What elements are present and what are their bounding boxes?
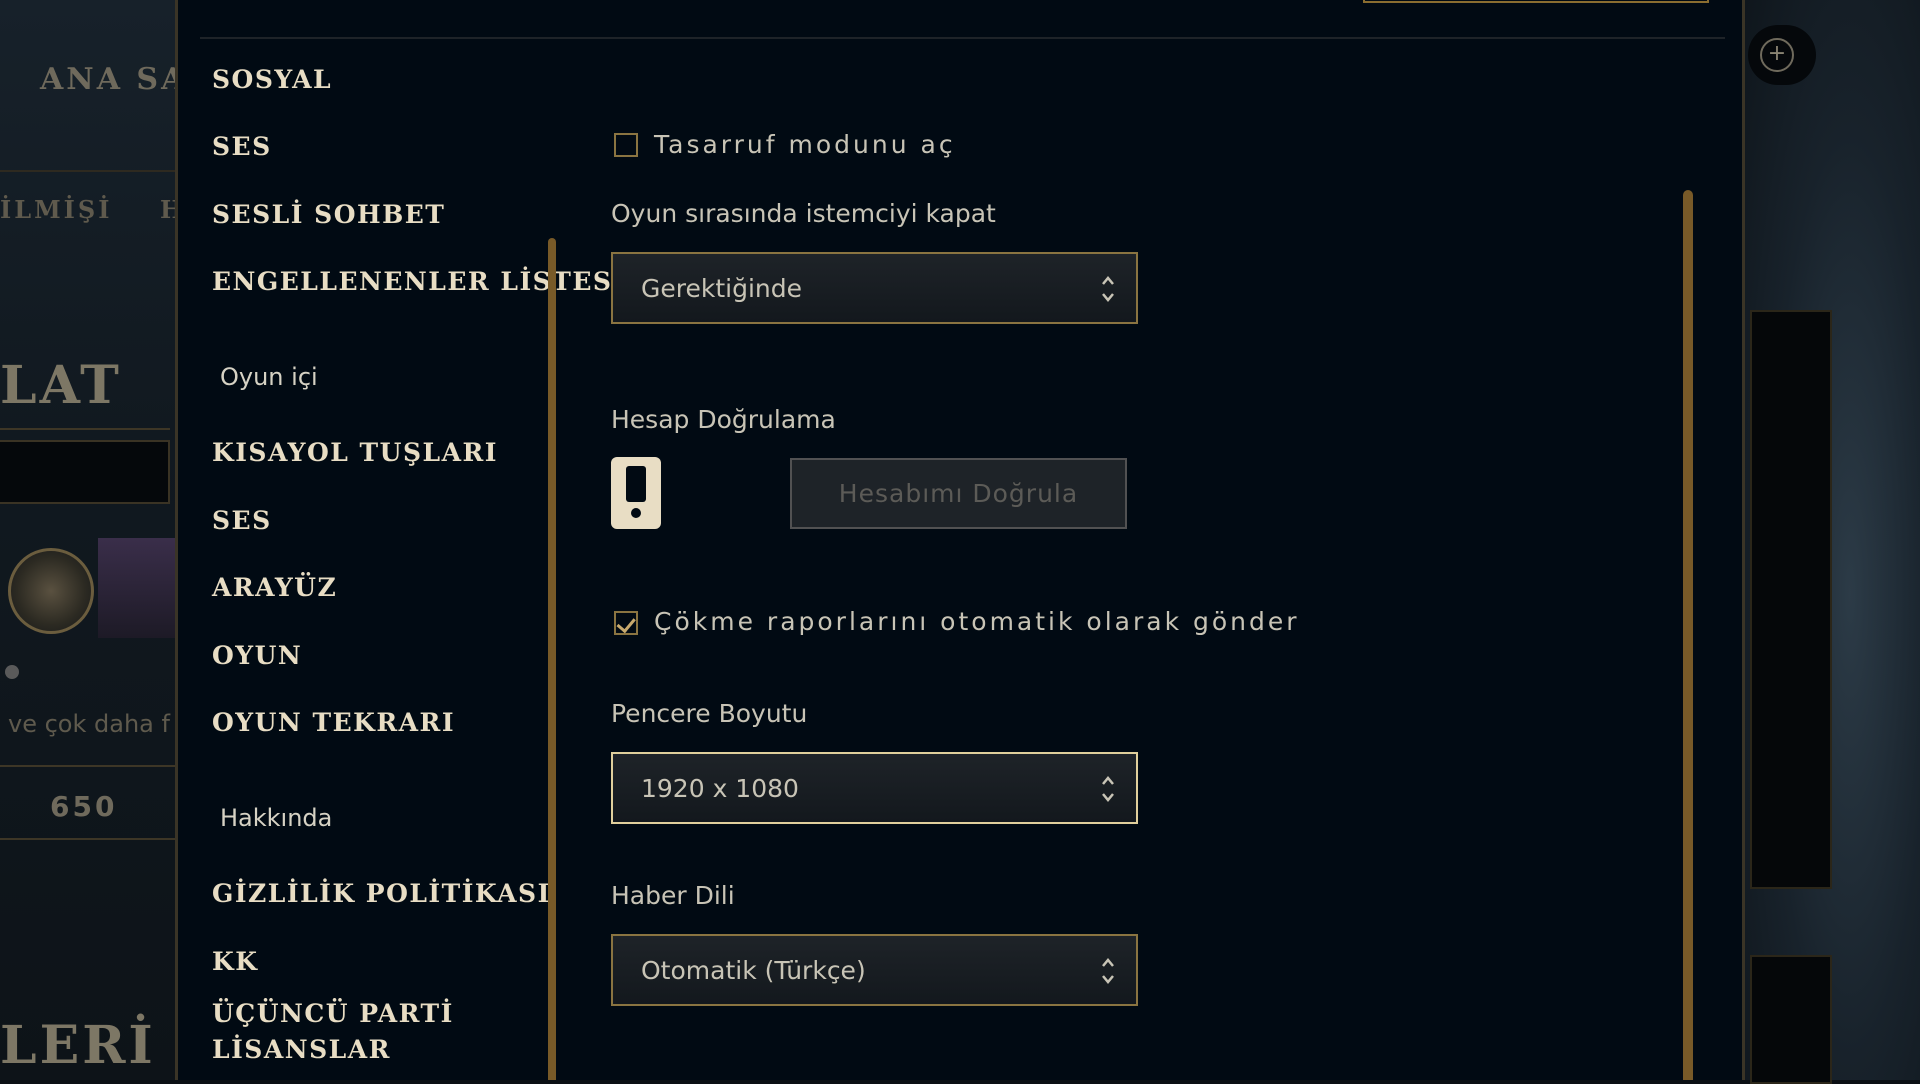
crash-reports-label: Çökme raporlarını otomatik olarak gönder bbox=[654, 607, 1300, 636]
add-friend-icon: + bbox=[1760, 38, 1794, 72]
sidebar-section-in-game: Oyun içi bbox=[220, 363, 318, 391]
chevron-updown-icon bbox=[1100, 954, 1116, 988]
dropdown-value: Otomatik (Türkçe) bbox=[641, 956, 866, 985]
crash-reports-checkbox[interactable] bbox=[614, 611, 638, 635]
check-icon bbox=[616, 613, 636, 634]
content-scrollbar[interactable] bbox=[1683, 190, 1693, 1080]
sidebar-scrollbar[interactable] bbox=[548, 238, 556, 1080]
sidebar-item-tos[interactable]: KK bbox=[212, 944, 258, 980]
bg-promo-text: ve çok daha f bbox=[8, 710, 170, 738]
sidebar-item-block-list[interactable]: ENGELLENENLER LİSTESİ bbox=[212, 264, 626, 300]
sidebar-item-privacy-policy[interactable]: GİZLİLİK POLİTİKASI bbox=[212, 876, 551, 912]
verify-account-button[interactable]: Hesabımı Doğrula bbox=[790, 458, 1127, 529]
sidebar-section-about: Hakkında bbox=[220, 804, 333, 832]
phone-icon bbox=[611, 457, 661, 529]
sidebar-item-interface[interactable]: ARAYÜZ bbox=[212, 570, 337, 606]
close-client-dropdown[interactable]: Gerektiğinde bbox=[611, 252, 1138, 324]
sidebar-item-in-game-sound[interactable]: SES bbox=[212, 503, 272, 539]
bg-panel bbox=[1750, 955, 1832, 1084]
chevron-updown-icon bbox=[1100, 272, 1116, 306]
bg-section-title: LAT bbox=[0, 355, 122, 416]
chevron-updown-icon bbox=[1100, 772, 1116, 806]
sidebar-item-social[interactable]: SOSYAL bbox=[212, 62, 332, 98]
sidebar-item-third-party-licenses[interactable]: ÜÇÜNCÜ PARTİ LİSANSLAR bbox=[212, 996, 454, 1068]
power-save-checkbox[interactable] bbox=[614, 133, 638, 157]
sidebar-item-game[interactable]: OYUN bbox=[212, 638, 302, 674]
news-language-dropdown[interactable]: Otomatik (Türkçe) bbox=[611, 934, 1138, 1006]
sidebar-item-voice-chat[interactable]: SESLİ SOHBET bbox=[212, 197, 445, 233]
bg-emblem-icon bbox=[8, 548, 94, 634]
top-button-edge[interactable] bbox=[1363, 0, 1709, 3]
window-size-dropdown[interactable]: 1920 x 1080 bbox=[611, 752, 1138, 824]
dropdown-value: Gerektiğinde bbox=[641, 274, 802, 303]
bg-currency-value: 650 bbox=[50, 790, 118, 823]
bg-history-tab: İLMİŞİ bbox=[0, 195, 113, 224]
bg-bottom-title: LERİ bbox=[0, 1015, 156, 1076]
close-client-label: Oyun sırasında istemciyi kapat bbox=[611, 199, 996, 228]
bg-box bbox=[0, 440, 170, 504]
sidebar-item-replays[interactable]: OYUN TEKRARI bbox=[212, 705, 455, 741]
news-language-label: Haber Dili bbox=[611, 881, 735, 910]
sidebar-item-label: LİSANSLAR bbox=[212, 1035, 391, 1064]
dropdown-value: 1920 x 1080 bbox=[641, 774, 799, 803]
sidebar-item-hotkeys[interactable]: KISAYOL TUŞLARI bbox=[212, 435, 498, 471]
divider bbox=[200, 37, 1725, 39]
settings-modal: SOSYAL SES SESLİ SOHBET ENGELLENENLER Lİ… bbox=[175, 0, 1745, 1080]
sidebar-item-label: ÜÇÜNCÜ PARTİ bbox=[212, 999, 454, 1028]
sidebar-item-sound[interactable]: SES bbox=[212, 129, 272, 165]
bg-panel bbox=[1750, 310, 1832, 889]
power-save-label: Tasarruf modunu aç bbox=[654, 130, 956, 159]
account-verification-label: Hesap Doğrulama bbox=[611, 405, 836, 434]
window-size-label: Pencere Boyutu bbox=[611, 699, 808, 728]
bg-rank-icon bbox=[98, 538, 175, 638]
